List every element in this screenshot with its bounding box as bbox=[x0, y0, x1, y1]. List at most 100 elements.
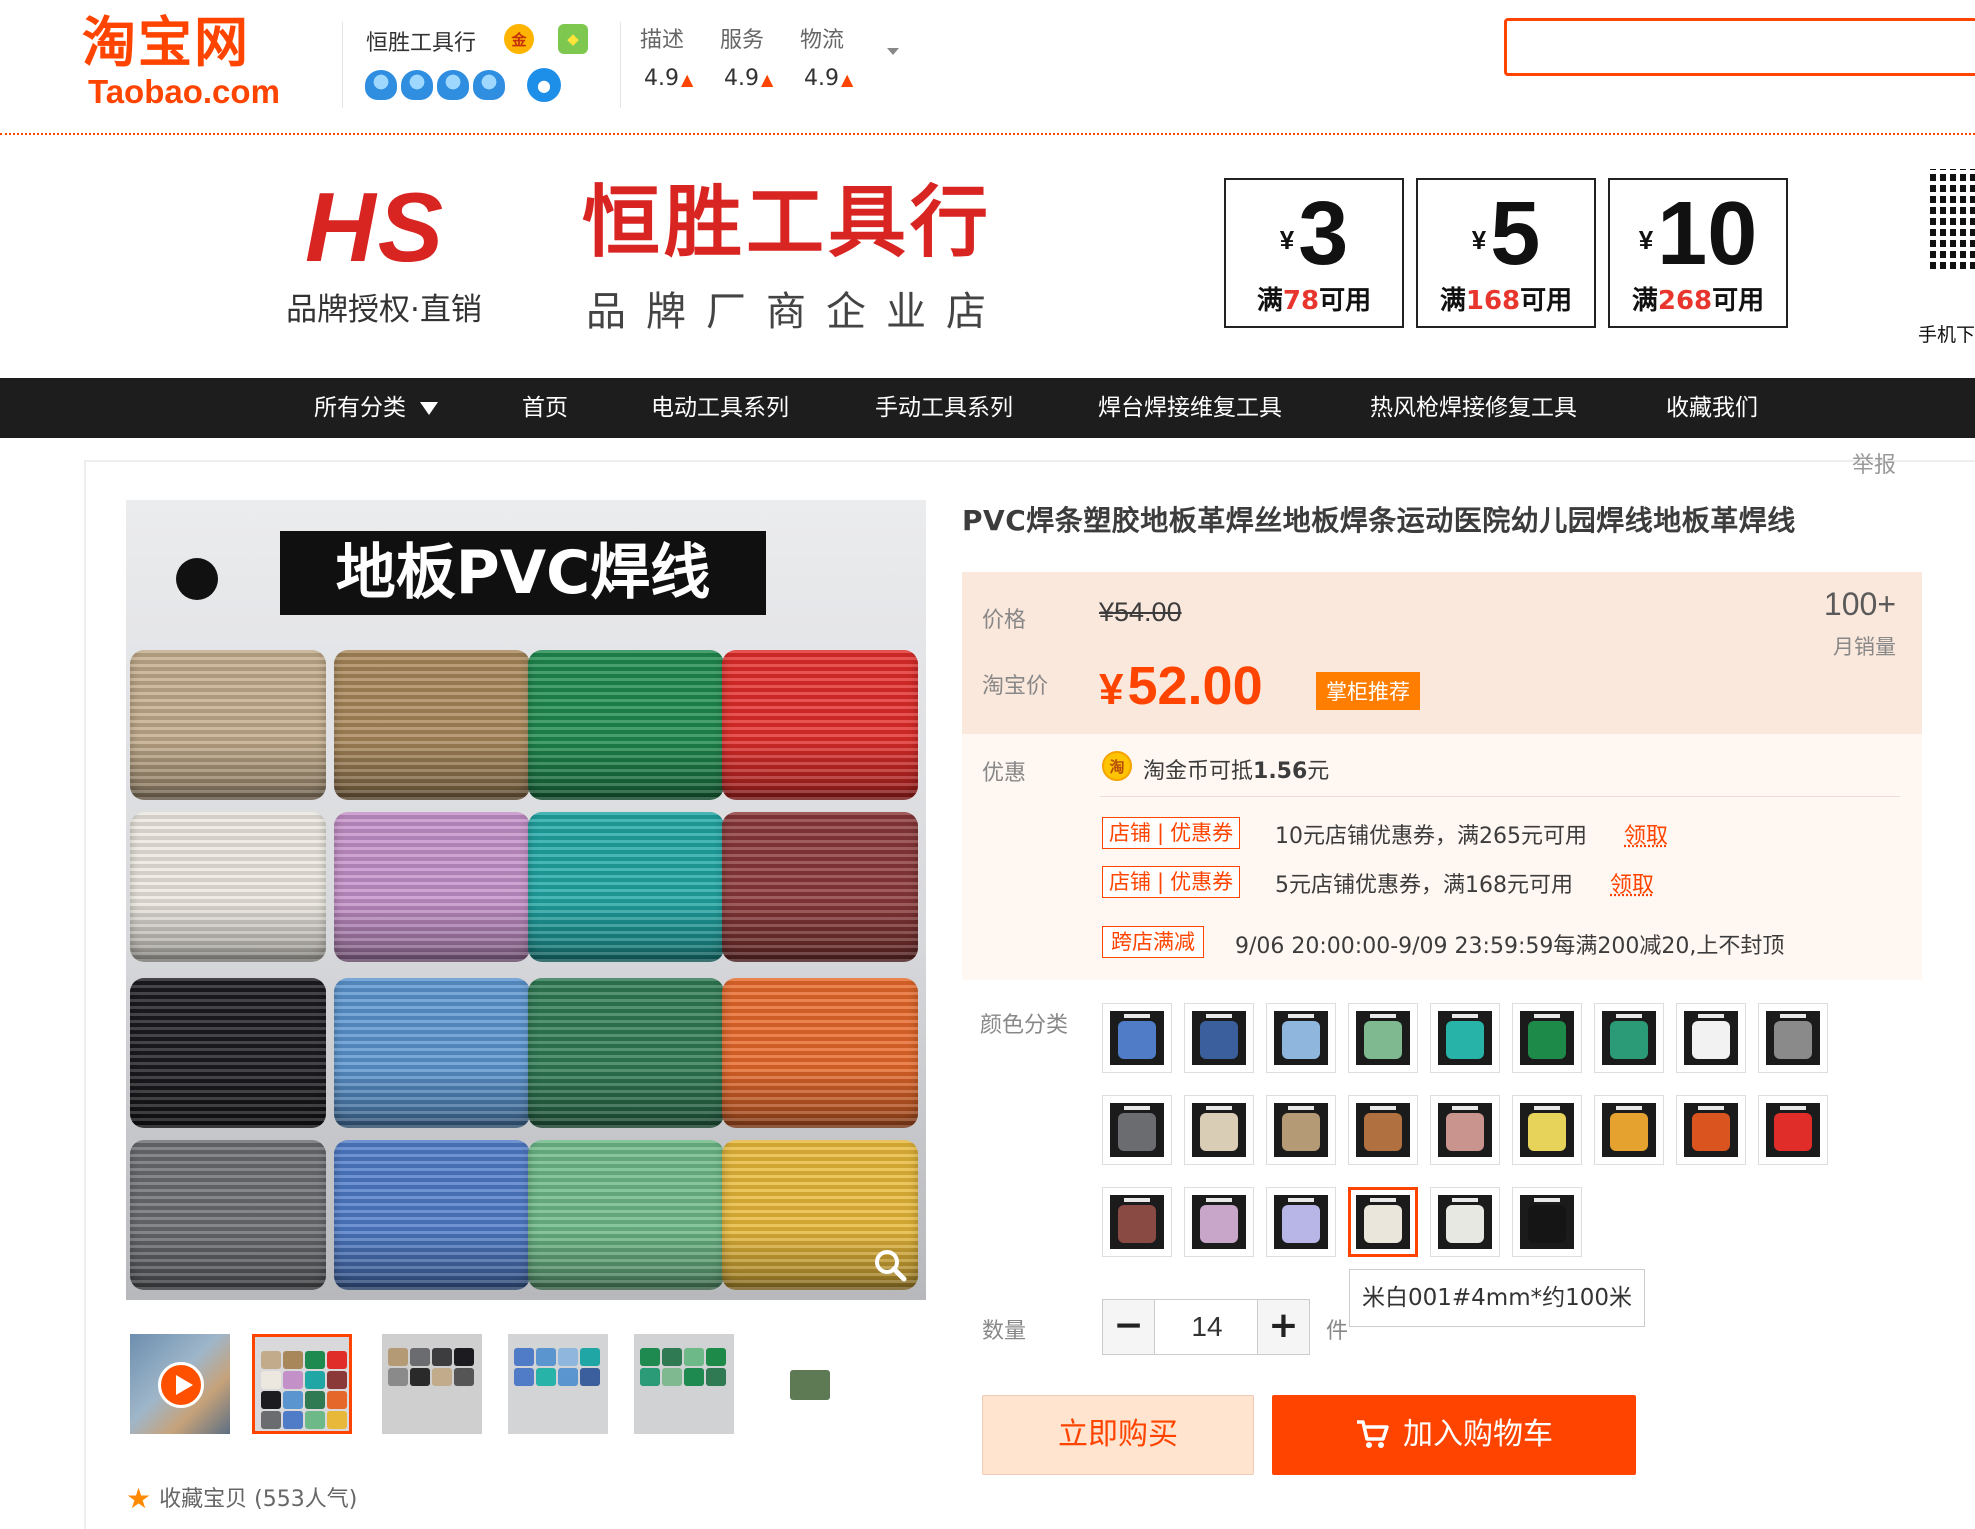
report-link[interactable]: 举报 bbox=[1852, 447, 1896, 479]
thumbnail-image[interactable] bbox=[760, 1334, 860, 1434]
banner-coupon[interactable]: ¥5 满168可用 bbox=[1416, 178, 1596, 328]
price-label: 价格 bbox=[982, 608, 1027, 633]
coupon-cond-suffix: 可用 bbox=[1520, 286, 1573, 316]
water-drop-icon: ● bbox=[527, 68, 561, 102]
shop-banner: HS 品牌授权·直销 恒胜工具行 品牌厂商企业店 ¥3 满78可用 ¥5 满16… bbox=[0, 137, 1975, 378]
price-top-area: 价格 ¥54.00 淘宝价 ¥52.00 掌柜推荐 100+ 月销量 bbox=[962, 572, 1922, 734]
arrow-up-icon: ▲ bbox=[681, 70, 694, 89]
shop-name-link[interactable]: 恒胜工具行 bbox=[366, 25, 476, 57]
arrow-up-icon: ▲ bbox=[841, 70, 854, 89]
quantity-input[interactable] bbox=[1156, 1300, 1258, 1354]
add-to-cart-button[interactable]: 加入购物车 bbox=[1272, 1395, 1636, 1475]
mini-spool bbox=[706, 1368, 726, 1386]
coupon-cond-suffix: 可用 bbox=[1712, 286, 1765, 316]
color-swatch[interactable] bbox=[1348, 1187, 1418, 1257]
thumbnail-image[interactable] bbox=[252, 1334, 352, 1434]
color-swatch[interactable] bbox=[1348, 1003, 1418, 1073]
decrease-quantity-button[interactable]: − bbox=[1103, 1300, 1155, 1354]
color-swatch[interactable] bbox=[1430, 1095, 1500, 1165]
color-swatch[interactable] bbox=[1184, 1095, 1254, 1165]
claim-coupon-link[interactable]: 领取 bbox=[1610, 867, 1654, 899]
wire-spool bbox=[130, 978, 326, 1128]
color-swatch[interactable] bbox=[1102, 1095, 1172, 1165]
thumbnail-image[interactable] bbox=[508, 1334, 608, 1434]
coin-amount: 1.56 bbox=[1253, 759, 1308, 784]
logo-cn-text: 淘宝网 bbox=[82, 11, 250, 74]
swatch-image bbox=[1274, 1011, 1328, 1065]
nav-favorite-shop[interactable]: 收藏我们 bbox=[1666, 378, 1758, 438]
color-swatch[interactable] bbox=[1348, 1095, 1418, 1165]
label-strip bbox=[1370, 1198, 1396, 1202]
color-swatch[interactable] bbox=[1430, 1003, 1500, 1073]
color-swatch[interactable] bbox=[1102, 1003, 1172, 1073]
search-input[interactable] bbox=[1504, 18, 1975, 76]
crown-icon bbox=[365, 70, 397, 100]
main-product-image[interactable]: 地板PVC焊线 bbox=[126, 500, 926, 1300]
color-swatch[interactable] bbox=[1512, 1003, 1582, 1073]
color-swatch[interactable] bbox=[1676, 1003, 1746, 1073]
color-swatch[interactable] bbox=[1266, 1003, 1336, 1073]
quantity-label: 数量 bbox=[982, 1319, 1027, 1344]
nav-hot-air-gun[interactable]: 热风枪焊接修复工具 bbox=[1370, 378, 1577, 438]
price-panel: 价格 ¥54.00 淘宝价 ¥52.00 掌柜推荐 100+ 月销量 优惠 淘 … bbox=[962, 572, 1922, 980]
label-strip bbox=[1206, 1198, 1232, 1202]
color-swatch[interactable] bbox=[1512, 1187, 1582, 1257]
thumbnail-image[interactable] bbox=[382, 1334, 482, 1434]
original-price: ¥54.00 bbox=[1099, 597, 1182, 627]
nav-all-categories[interactable]: 所有分类 bbox=[314, 378, 438, 438]
nav-soldering-station[interactable]: 焊台焊接维复工具 bbox=[1098, 378, 1282, 438]
thumbnail-image[interactable] bbox=[634, 1334, 734, 1434]
label-strip bbox=[1534, 1106, 1560, 1110]
mini-spool bbox=[283, 1371, 303, 1389]
chevron-down-icon[interactable] bbox=[887, 48, 899, 55]
increase-quantity-button[interactable]: + bbox=[1257, 1300, 1309, 1354]
color-swatch[interactable] bbox=[1676, 1095, 1746, 1165]
claim-coupon-link[interactable]: 领取 bbox=[1624, 818, 1668, 850]
coupon-tag-a: 店铺 bbox=[1109, 870, 1151, 894]
taobao-logo[interactable]: 淘宝网 Taobao.com bbox=[82, 12, 302, 117]
favorite-item-button[interactable]: ★ 收藏宝贝 (553人气) bbox=[126, 1481, 357, 1515]
zoom-icon[interactable] bbox=[873, 1248, 907, 1282]
color-swatch[interactable] bbox=[1512, 1095, 1582, 1165]
spool-shape bbox=[1446, 1205, 1484, 1243]
color-swatch[interactable] bbox=[1184, 1187, 1254, 1257]
buy-now-button[interactable]: 立即购买 bbox=[982, 1395, 1254, 1475]
coin-text-suffix: 元 bbox=[1307, 759, 1330, 784]
play-icon bbox=[158, 1362, 204, 1408]
color-swatch[interactable] bbox=[1594, 1095, 1664, 1165]
color-swatch[interactable] bbox=[1266, 1187, 1336, 1257]
color-swatch[interactable] bbox=[1184, 1003, 1254, 1073]
banner-coupon[interactable]: ¥10 满268可用 bbox=[1608, 178, 1788, 328]
rating-label: 物流 bbox=[800, 28, 845, 53]
mini-spool bbox=[662, 1368, 682, 1386]
swatch-image bbox=[1602, 1011, 1656, 1065]
nav-power-tools[interactable]: 电动工具系列 bbox=[651, 378, 789, 438]
thumbnail-video[interactable] bbox=[130, 1334, 230, 1434]
spool-shape bbox=[1528, 1021, 1566, 1059]
top-header: 淘宝网 Taobao.com 恒胜工具行 金 ◆ ● 描述 4.9 ▲ 服务 4.… bbox=[0, 0, 1975, 135]
divider bbox=[1100, 796, 1900, 797]
nav-hand-tools[interactable]: 手动工具系列 bbox=[875, 378, 1013, 438]
mini-spool bbox=[558, 1368, 578, 1386]
color-swatch[interactable] bbox=[1102, 1187, 1172, 1257]
swatch-image bbox=[1192, 1195, 1246, 1249]
quantity-stepper: − + bbox=[1102, 1299, 1310, 1355]
banner-coupon[interactable]: ¥3 满78可用 bbox=[1224, 178, 1404, 328]
color-swatch[interactable] bbox=[1594, 1003, 1664, 1073]
wire-spool bbox=[130, 812, 326, 962]
qr-code-icon[interactable] bbox=[1930, 169, 1975, 269]
caret-down-icon bbox=[420, 402, 438, 415]
spool-shape bbox=[1282, 1205, 1320, 1243]
mini-spool bbox=[432, 1348, 452, 1366]
color-swatch[interactable] bbox=[1758, 1095, 1828, 1165]
swatch-image bbox=[1520, 1195, 1574, 1249]
mini-spool bbox=[305, 1411, 325, 1429]
taobao-coin-icon: 淘 bbox=[1102, 751, 1132, 781]
swatch-image bbox=[1438, 1103, 1492, 1157]
nav-home[interactable]: 首页 bbox=[522, 378, 568, 438]
color-swatch[interactable] bbox=[1758, 1003, 1828, 1073]
swatch-image bbox=[1438, 1011, 1492, 1065]
coupon-amount: 10 bbox=[1657, 184, 1758, 284]
color-swatch[interactable] bbox=[1266, 1095, 1336, 1165]
color-swatch[interactable] bbox=[1430, 1187, 1500, 1257]
